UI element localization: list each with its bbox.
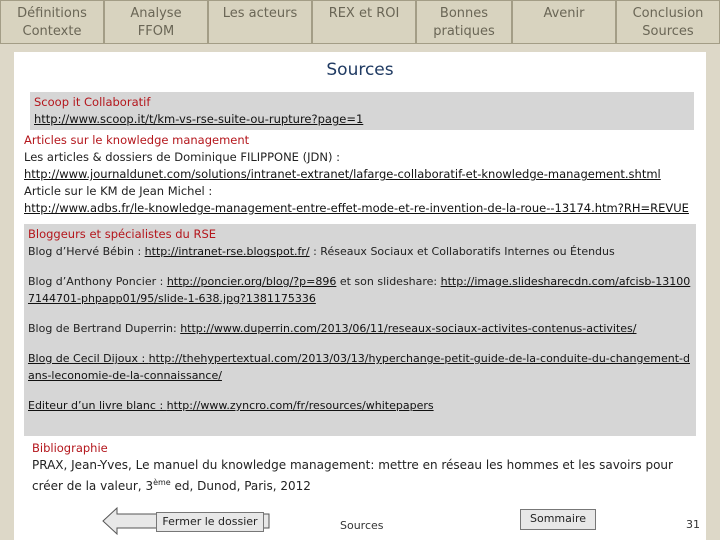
tab-label: REX et ROI <box>328 6 400 21</box>
tab-label: Sources <box>642 24 694 39</box>
tab-label: Conclusion <box>632 6 704 21</box>
blog-label: Blog d’Hervé Bébin : <box>28 245 145 258</box>
bertrand-link[interactable]: http://www.duperrin.com/2013/06/11/resea… <box>180 322 636 335</box>
adbs-link[interactable]: http://www.adbs.fr/le-knowledge-manageme… <box>24 201 689 215</box>
biblio-text: PRAX, Jean-Yves, Le manuel du knowledge … <box>32 457 696 495</box>
journaldunet-link[interactable]: http://www.journaldunet.com/solutions/in… <box>24 167 661 181</box>
close-folder-button[interactable]: Fermer le dossier <box>156 512 264 532</box>
blog-label: Blog de Bertrand Duperrin: <box>28 322 181 335</box>
blog-label: Blog d’Anthony Poncier : <box>28 275 167 288</box>
page-title: Sources <box>326 60 394 80</box>
tab-label: Contexte <box>22 24 82 39</box>
herve-link[interactable]: http://intranet-rse.blogspot.fr/ <box>145 245 310 258</box>
tab-label: Bonnes <box>439 6 489 21</box>
nav-tabs: Définitions Contexte Analyse FFOM Les acte… <box>0 0 720 44</box>
footer-section-label: Sources <box>340 519 384 532</box>
tab-label: Définitions <box>17 6 87 21</box>
tab-les-acteurs[interactable]: Les acteurs <box>208 0 312 44</box>
scoop-heading: Scoop it Collaboratif <box>34 95 151 109</box>
tab-label: FFOM <box>137 24 175 39</box>
tab-label: Analyse <box>130 6 182 21</box>
slide-content: Sources Scoop it Collaboratif http://www… <box>14 52 706 540</box>
articles-line: Les articles & dossiers de Dominique FIL… <box>24 150 340 164</box>
scoop-section: Scoop it Collaboratif http://www.scoop.i… <box>30 92 694 130</box>
tab-conclusion-sources[interactable]: Conclusion Sources <box>616 0 720 44</box>
tab-analyse-ffom[interactable]: Analyse FFOM <box>104 0 208 44</box>
tab-bonnes-pratiques[interactable]: Bonnes pratiques <box>416 0 512 44</box>
summary-button[interactable]: Sommaire <box>520 509 596 530</box>
articles-heading: Articles sur le knowledge management <box>24 133 250 147</box>
tab-label: Les acteurs <box>222 6 298 21</box>
articles-section: Articles sur le knowledge management Les… <box>24 132 696 217</box>
tab-label: Avenir <box>543 6 585 21</box>
biblio-heading: Bibliographie <box>32 441 108 455</box>
bloggers-heading: Bloggeurs et spécialistes du RSE <box>28 227 217 241</box>
biblio-part: ed, Dunod, Paris, 2012 <box>170 479 311 493</box>
tab-definitions-contexte[interactable]: Définitions Contexte <box>0 0 104 44</box>
bloggers-section: Bloggeurs et spécialistes du RSE Blog d’… <box>24 224 696 436</box>
tab-avenir[interactable]: Avenir <box>512 0 616 44</box>
articles-line: Article sur le KM de Jean Michel : <box>24 184 213 198</box>
blog-label: Blog de Cecil Dijoux : <box>28 352 149 365</box>
biblio-part: PRAX, Jean-Yves, Le manuel du knowledge … <box>32 458 673 493</box>
biblio-sup: ème <box>153 478 171 487</box>
bertrand-line: Blog de Bertrand Duperrin: http://www.du… <box>28 320 692 337</box>
tab-label: pratiques <box>433 24 495 39</box>
blog-label: : Réseaux Sociaux et Collaboratifs Inter… <box>309 245 615 258</box>
anthony-link[interactable]: http://poncier.org/blog/?p=896 <box>167 275 337 288</box>
biblio-section: Bibliographie PRAX, Jean-Yves, Le manuel… <box>32 440 696 495</box>
blog-label: Editeur d’un livre blanc : <box>28 399 167 412</box>
scoop-link[interactable]: http://www.scoop.it/t/km-vs-rse-suite-ou… <box>34 112 363 126</box>
cecil-line: Blog de Cecil Dijoux : http://thehyperte… <box>28 350 692 384</box>
zyncro-link[interactable]: http://www.zyncro.com/fr/resources/white… <box>167 399 434 412</box>
herve-line: Blog d’Hervé Bébin : http://intranet-rse… <box>28 243 692 260</box>
editeur-line: Editeur d’un livre blanc : http://www.zy… <box>28 397 692 414</box>
page-number: 31 <box>686 518 700 531</box>
tab-rex-roi[interactable]: REX et ROI <box>312 0 416 44</box>
anthony-line: Blog d’Anthony Poncier : http://poncier.… <box>28 273 692 307</box>
blog-label: et son slideshare: <box>336 275 441 288</box>
